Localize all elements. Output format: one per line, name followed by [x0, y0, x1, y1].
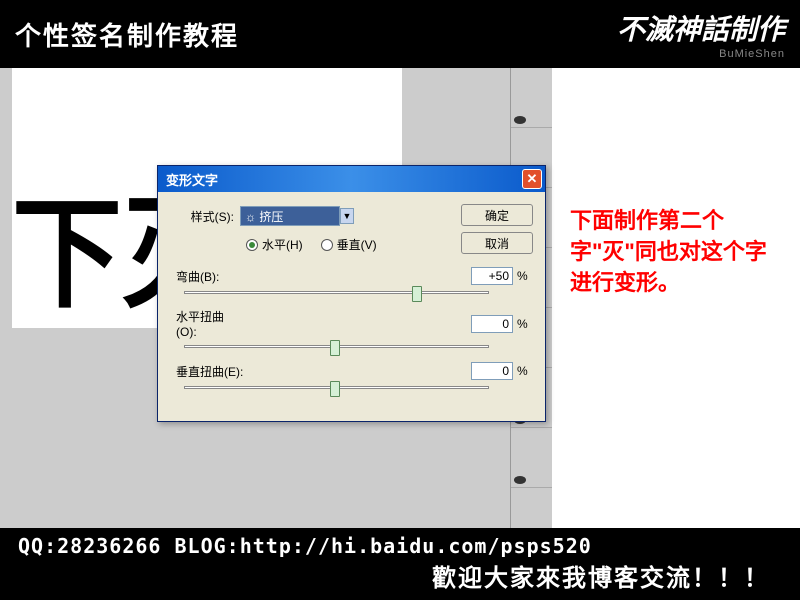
logo-block: 不滅神話制作 BuMieShen	[617, 8, 785, 60]
logo-main: 不滅神話制作	[617, 8, 785, 48]
radio-horizontal[interactable]: 水平(H)	[246, 236, 303, 253]
dialog-buttons: 确定 取消	[461, 204, 533, 254]
dialog-titlebar[interactable]: 变形文字 ✕	[158, 166, 545, 192]
dialog-body: 确定 取消 样式(S): ☼ 挤压 ▼ 水平(H) 垂直(V)	[158, 192, 545, 421]
logo-sub: BuMieShen	[617, 48, 785, 60]
percent-label: %	[513, 317, 533, 331]
hdist-label: 水平扭曲(O):	[176, 308, 244, 339]
vdist-slider[interactable]	[184, 386, 489, 389]
dropdown-arrow-icon[interactable]: ▼	[340, 208, 354, 224]
tutorial-title: 个性签名制作教程	[15, 16, 239, 53]
slider-thumb-icon[interactable]	[330, 381, 340, 397]
hdist-slider[interactable]	[184, 345, 489, 348]
layer-row[interactable]	[511, 428, 552, 488]
bend-input[interactable]	[471, 267, 513, 285]
bend-slider[interactable]	[184, 291, 489, 294]
radio-button-icon	[321, 239, 333, 251]
slider-thumb-icon[interactable]	[412, 286, 422, 302]
close-button[interactable]: ✕	[522, 169, 542, 189]
warp-text-dialog: 变形文字 ✕ 确定 取消 样式(S): ☼ 挤压 ▼ 水平(H)	[157, 165, 546, 422]
welcome-text: 歡迎大家來我博客交流！！！	[18, 558, 790, 593]
style-value: ☼ 挤压	[245, 208, 283, 225]
hdist-row: 水平扭曲(O): %	[170, 308, 533, 339]
hdist-input[interactable]	[471, 315, 513, 333]
cancel-button[interactable]: 取消	[461, 232, 533, 254]
layer-row[interactable]	[511, 68, 552, 128]
instruction-text: 下面制作第二个字"灭"同也对这个字进行变形。	[570, 206, 780, 298]
hdist-slider-wrap	[170, 343, 533, 362]
vdist-row: 垂直扭曲(E): %	[170, 362, 533, 380]
vdist-input[interactable]	[471, 362, 513, 380]
close-icon: ✕	[527, 171, 538, 187]
percent-label: %	[513, 269, 533, 283]
percent-label: %	[513, 364, 533, 378]
radio-v-label: 垂直(V)	[337, 236, 377, 253]
bend-label: 弯曲(B):	[176, 268, 244, 285]
vdist-slider-wrap	[170, 384, 533, 403]
visibility-eye-icon[interactable]	[514, 476, 526, 484]
vdist-label: 垂直扭曲(E):	[176, 363, 244, 380]
bend-row: 弯曲(B): %	[170, 267, 533, 285]
dialog-title: 变形文字	[166, 170, 218, 189]
bottom-banner: QQ:28236266 BLOG:http://hi.baidu.com/psp…	[0, 528, 800, 600]
top-banner: 个性签名制作教程 不滅神話制作 BuMieShen	[0, 0, 800, 68]
radio-h-label: 水平(H)	[262, 236, 303, 253]
style-select[interactable]: ☼ 挤压	[240, 206, 340, 226]
slider-thumb-icon[interactable]	[330, 340, 340, 356]
bend-slider-wrap	[170, 289, 533, 308]
contact-info: QQ:28236266 BLOG:http://hi.baidu.com/psp…	[18, 534, 790, 558]
style-label: 样式(S):	[170, 208, 240, 225]
main-area: 下灭 下面制作第二个字"灭"同也对这个字进行变形。 变形文字 ✕ 确定 取消 样…	[0, 68, 800, 528]
radio-vertical[interactable]: 垂直(V)	[321, 236, 377, 253]
visibility-eye-icon[interactable]	[514, 116, 526, 124]
ok-button[interactable]: 确定	[461, 204, 533, 226]
radio-button-icon	[246, 239, 258, 251]
